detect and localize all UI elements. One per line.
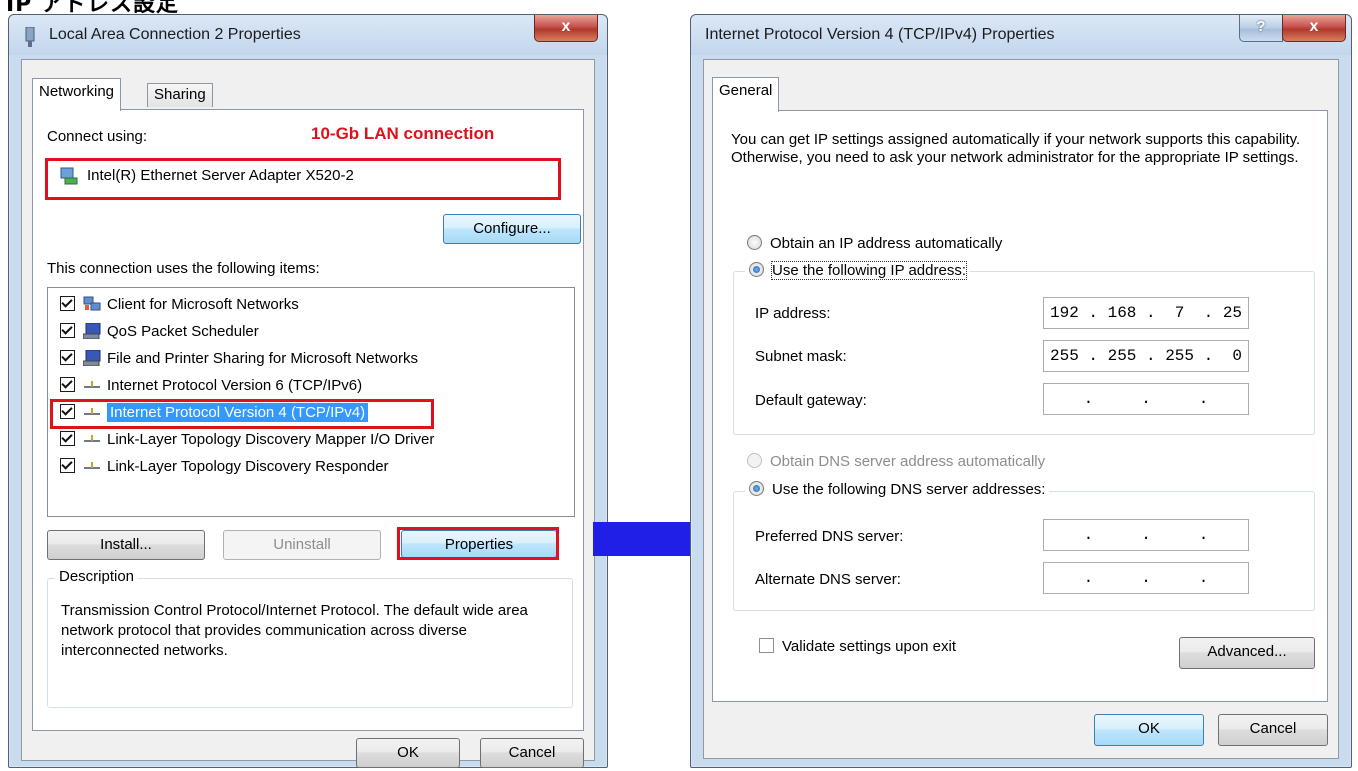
checkbox[interactable] xyxy=(759,638,774,653)
subnet-mask-label: Subnet mask: xyxy=(755,348,847,365)
dialog-title: Internet Protocol Version 4 (TCP/IPv4) P… xyxy=(705,26,1055,43)
item-label: Link-Layer Topology Discovery Responder xyxy=(107,458,389,475)
item-label: Client for Microsoft Networks xyxy=(107,296,299,313)
ok-button[interactable]: OK xyxy=(1094,714,1204,746)
list-item-file-and-printer-sharing[interactable]: File and Printer Sharing for Microsoft N… xyxy=(60,349,418,374)
list-item-lltd-responder[interactable]: Link-Layer Topology Discovery Responder xyxy=(60,458,389,482)
list-item-qos-packet-scheduler[interactable]: QoS Packet Scheduler xyxy=(60,322,259,347)
help-button[interactable]: ? xyxy=(1239,15,1283,42)
protocol-icon xyxy=(83,377,101,393)
item-label: Link-Layer Topology Discovery Mapper I/O… xyxy=(107,431,435,448)
ip-address-field[interactable]: 192 . 168 . 7 . 25 xyxy=(1043,297,1249,329)
ip-address-label: IP address: xyxy=(755,305,831,322)
description-title: Description xyxy=(55,568,139,585)
install-label: Install... xyxy=(100,536,152,553)
use-following-dns-option[interactable]: Use the following DNS server addresses: xyxy=(745,481,1050,498)
validate-label: Validate settings upon exit xyxy=(782,638,957,655)
item-label: File and Printer Sharing for Microsoft N… xyxy=(107,350,418,367)
validate-option[interactable]: Validate settings upon exit xyxy=(759,638,956,655)
items-list[interactable]: Client for Microsoft Networks QoS Packet… xyxy=(47,287,575,517)
preferred-dns-label: Preferred DNS server: xyxy=(755,528,904,545)
ok-label: OK xyxy=(1138,720,1160,737)
description-text: Transmission Control Protocol/Internet P… xyxy=(61,602,528,659)
cancel-button[interactable]: Cancel xyxy=(1218,714,1328,746)
checkbox[interactable] xyxy=(60,296,75,311)
properties-highlight-box xyxy=(397,527,559,560)
network-adapter-icon xyxy=(23,26,37,51)
computer-service-icon xyxy=(82,322,101,340)
configure-label: Configure... xyxy=(473,220,551,237)
dialog-client-area: Networking Sharing Connect using: 10-Gb … xyxy=(21,59,595,768)
network-adapter-icon xyxy=(59,166,79,190)
option-label: Use the following DNS server addresses: xyxy=(772,481,1046,498)
alternate-dns-field[interactable]: . . . xyxy=(1043,562,1249,594)
intro-text: You can get IP settings assigned automat… xyxy=(731,131,1301,166)
item-label: QoS Packet Scheduler xyxy=(107,323,259,340)
advanced-label: Advanced... xyxy=(1207,643,1287,660)
obtain-dns-auto-option[interactable]: Obtain DNS server address automatically xyxy=(747,453,1045,470)
radio-button[interactable] xyxy=(747,235,762,250)
local-area-connection-dialog: Local Area Connection 2 Properties x Net… xyxy=(8,14,608,768)
ipv4-highlight-box xyxy=(50,399,434,429)
tab-networking[interactable]: Networking xyxy=(32,78,122,111)
default-gateway-label: Default gateway: xyxy=(755,392,867,409)
obtain-ip-auto-option[interactable]: Obtain an IP address automatically xyxy=(747,235,1002,252)
use-following-ip-option[interactable]: Use the following IP address: xyxy=(745,261,970,280)
ok-label: OK xyxy=(397,744,419,761)
radio-button[interactable] xyxy=(749,262,764,277)
items-label: This connection uses the following items… xyxy=(47,260,320,277)
connect-using-label: Connect using: xyxy=(47,128,148,145)
uninstall-button[interactable]: Uninstall xyxy=(223,530,381,560)
protocol-icon xyxy=(83,431,101,447)
checkbox[interactable] xyxy=(60,350,75,365)
networking-panel: Connect using: 10-Gb LAN connection Inte… xyxy=(32,109,584,731)
network-client-icon xyxy=(83,296,101,312)
list-item-tcp-ipv6[interactable]: Internet Protocol Version 6 (TCP/IPv6) xyxy=(60,377,362,401)
checkbox[interactable] xyxy=(60,458,75,473)
alternate-dns-label: Alternate DNS server: xyxy=(755,571,901,588)
advanced-button[interactable]: Advanced... xyxy=(1179,637,1315,669)
checkbox[interactable] xyxy=(60,431,75,446)
close-button[interactable]: x xyxy=(1282,15,1346,42)
dialog-client-area: General You can get IP settings assigned… xyxy=(703,59,1339,759)
computer-service-icon xyxy=(82,349,101,367)
adapter-annotation: 10-Gb LAN connection xyxy=(311,124,495,143)
protocol-icon xyxy=(83,458,101,474)
ok-button[interactable]: OK xyxy=(356,738,460,768)
radio-button[interactable] xyxy=(747,453,762,468)
cancel-label: Cancel xyxy=(1249,720,1297,737)
default-gateway-field[interactable]: . . . xyxy=(1043,383,1249,415)
list-item-lltd-mapper[interactable]: Link-Layer Topology Discovery Mapper I/O… xyxy=(60,431,434,455)
item-label: Internet Protocol Version 6 (TCP/IPv6) xyxy=(107,377,363,394)
checkbox[interactable] xyxy=(60,323,75,338)
subnet-mask-field[interactable]: 255 . 255 . 255 . 0 xyxy=(1043,340,1249,372)
option-label: Obtain an IP address automatically xyxy=(770,235,1003,252)
configure-button[interactable]: Configure... xyxy=(443,214,581,244)
preferred-dns-field[interactable]: . . . xyxy=(1043,519,1249,551)
cancel-button[interactable]: Cancel xyxy=(480,738,584,768)
dialog-title: Local Area Connection 2 Properties xyxy=(49,26,301,43)
tab-sharing[interactable]: Sharing xyxy=(147,83,213,107)
cancel-label: Cancel xyxy=(508,744,556,761)
radio-button[interactable] xyxy=(749,481,764,496)
option-label: Obtain DNS server address automatically xyxy=(770,453,1046,470)
list-item-client-for-microsoft-networks[interactable]: Client for Microsoft Networks xyxy=(60,296,299,320)
install-button[interactable]: Install... xyxy=(47,530,205,560)
tab-general[interactable]: General xyxy=(712,77,780,112)
general-panel: You can get IP settings assigned automat… xyxy=(712,110,1328,702)
option-label: Use the following IP address: xyxy=(771,261,967,280)
adapter-name: Intel(R) Ethernet Server Adapter X520-2 xyxy=(87,167,354,184)
close-button[interactable]: x xyxy=(534,15,598,42)
uninstall-label: Uninstall xyxy=(273,536,331,553)
checkbox[interactable] xyxy=(60,377,75,392)
ipv4-properties-dialog: Internet Protocol Version 4 (TCP/IPv4) P… xyxy=(690,14,1352,768)
